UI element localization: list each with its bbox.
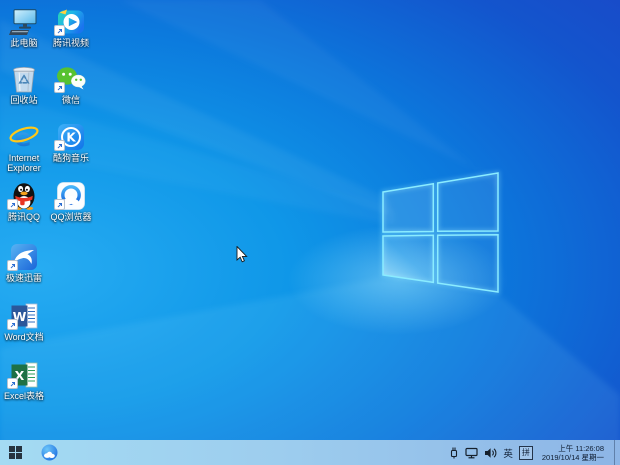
desktop-icon-word-doc[interactable]: W Word文档	[1, 300, 47, 342]
desktop-icon-thunder[interactable]: 极速迅雷	[1, 241, 47, 283]
icon-label: QQ浏览器	[50, 212, 91, 222]
clock-date: 2019/10/14 星期一	[542, 453, 604, 462]
shortcut-arrow-icon	[7, 260, 18, 271]
shortcut-arrow-icon	[54, 199, 65, 210]
icon-label: 极速迅雷	[6, 273, 42, 283]
system-tray: 英 拼 上午 11:26:08 2019/10/14 星期一	[449, 440, 620, 465]
taskbar-clock[interactable]: 上午 11:26:08 2019/10/14 星期一	[542, 444, 604, 462]
desktop-icon-excel-sheet[interactable]: X Excel表格	[1, 359, 47, 401]
usb-device-icon[interactable]	[449, 446, 459, 459]
clock-time: 上午 11:26:08	[542, 444, 604, 453]
desktop-surface: 此电脑 腾讯视频	[0, 0, 620, 465]
shortcut-arrow-icon	[54, 82, 65, 93]
windows-start-icon	[9, 446, 22, 459]
shortcut-arrow-icon	[7, 319, 18, 330]
shortcut-arrow-icon	[54, 140, 65, 151]
icon-label: 此电脑	[10, 38, 37, 48]
desktop-icon-qq-browser[interactable]: QQ浏览器	[48, 180, 94, 222]
desktop-icon-tencent-qq[interactable]: 腾讯QQ	[1, 180, 47, 222]
icon-label: Excel表格	[4, 391, 44, 401]
icon-label: Internet Explorer	[1, 153, 47, 173]
internet-explorer-icon: e	[9, 123, 39, 151]
svg-text:K: K	[66, 131, 76, 145]
icon-label: 酷狗音乐	[53, 153, 89, 163]
desktop-icon-this-pc[interactable]: 此电脑	[1, 6, 47, 48]
icon-label: Word文档	[4, 332, 43, 342]
input-language-indicator[interactable]: 英	[503, 446, 513, 460]
shortcut-arrow-icon	[7, 378, 18, 389]
network-icon[interactable]	[465, 447, 478, 459]
desktop-icon-wechat[interactable]: 微信	[48, 63, 94, 105]
shortcut-arrow-icon	[54, 25, 65, 36]
taskbar: 英 拼 上午 11:26:08 2019/10/14 星期一	[0, 440, 620, 465]
mouse-cursor	[236, 246, 248, 269]
recycle-bin-icon	[11, 65, 37, 93]
icon-label: 回收站	[10, 95, 37, 105]
windows-logo-wallpaper	[370, 160, 510, 305]
show-desktop-button[interactable]	[614, 440, 620, 465]
desktop-icon-recycle-bin[interactable]: 回收站	[1, 63, 47, 105]
taskbar-item-qq-browser[interactable]	[36, 440, 62, 465]
shortcut-arrow-icon	[7, 199, 18, 210]
icon-label: 腾讯视频	[53, 38, 89, 48]
this-pc-icon	[9, 9, 39, 36]
icon-label: 腾讯QQ	[8, 212, 40, 222]
desktop-icon-kugou-music[interactable]: K 酷狗音乐	[48, 121, 94, 163]
volume-icon[interactable]	[484, 447, 497, 459]
desktop-icon-tencent-video[interactable]: 腾讯视频	[48, 6, 94, 48]
desktop-icon-internet-explorer[interactable]: e Internet Explorer	[1, 121, 47, 173]
icon-label: 微信	[62, 95, 80, 105]
start-button[interactable]	[0, 440, 30, 465]
qq-browser-taskbar-icon	[41, 444, 58, 461]
ime-pinyin-indicator[interactable]: 拼	[519, 446, 533, 460]
